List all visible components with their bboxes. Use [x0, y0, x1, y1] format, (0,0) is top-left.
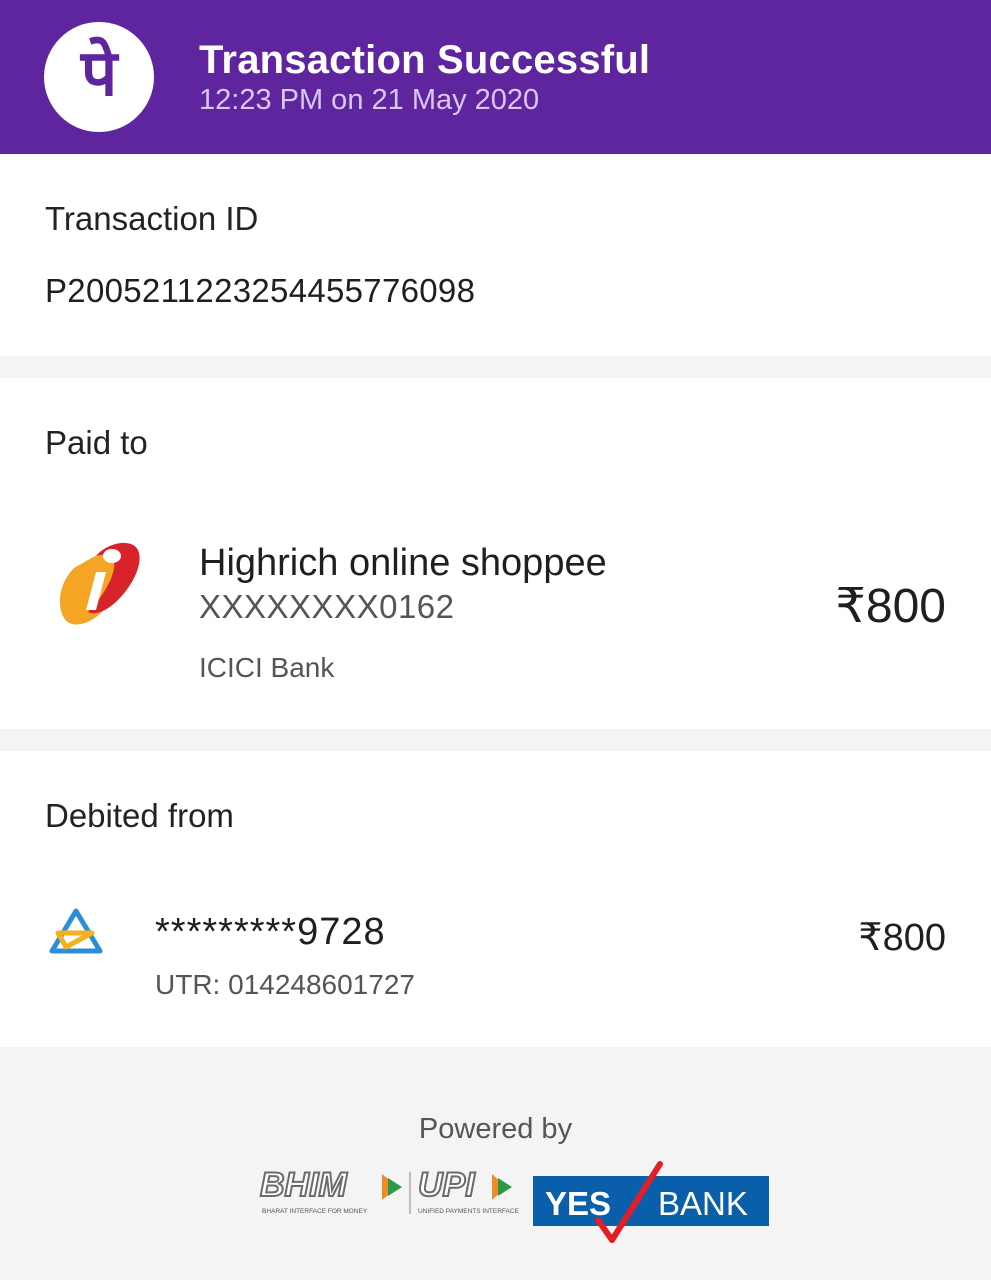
phonepe-logo: पे: [44, 22, 154, 132]
yes-bank-bank-text: BANK: [658, 1185, 748, 1222]
paid-to-label: Paid to: [45, 424, 148, 461]
payee-bank-name: ICICI Bank: [199, 652, 335, 683]
upi-logo-text: UPI: [418, 1166, 476, 1204]
paid-amount: ₹800: [835, 580, 946, 633]
yes-bank-logo: YES BANK: [533, 1161, 769, 1243]
debit-account-number: *********9728: [155, 911, 386, 953]
transaction-status-title: Transaction Successful: [199, 38, 651, 82]
upi-tagline: UNIFIED PAYMENTS INTERFACE: [418, 1208, 520, 1215]
debited-amount: ₹800: [858, 917, 946, 959]
icici-bank-logo-icon: [59, 542, 140, 625]
transaction-id-label: Transaction ID: [45, 200, 259, 237]
upi-logo: UPI UNIFIED PAYMENTS INTERFACE: [417, 1165, 520, 1215]
paid-to-card[interactable]: Paid to Highrich online shoppee XXXXXXXX…: [0, 378, 991, 729]
transaction-id-card: Transaction ID P2005211223254455776098: [0, 154, 991, 356]
debited-from-label: Debited from: [45, 797, 234, 834]
utr-number[interactable]: UTR: 014248601727: [155, 969, 415, 1001]
partner-logos: BHIM BHARAT INTERFACE FOR MONEY UPI UNIF…: [259, 1161, 769, 1243]
transaction-header: पे Transaction Successful 12:23 PM on 21…: [0, 0, 991, 154]
bhim-logo: BHIM BHARAT INTERFACE FOR MONEY: [259, 1165, 402, 1215]
transaction-datetime: 12:23 PM on 21 May 2020: [199, 84, 540, 116]
bhim-logo-text: BHIM: [260, 1166, 348, 1204]
payee-name: Highrich online shoppee: [199, 542, 607, 584]
phonepe-logo-text: पे: [80, 37, 118, 111]
transaction-id-value[interactable]: P2005211223254455776098: [45, 272, 475, 310]
payee-account-number: XXXXXXXX0162: [199, 588, 455, 625]
debited-from-card[interactable]: Debited from *********9728 UTR: 01424860…: [0, 751, 991, 1047]
yes-bank-yes-text: YES: [545, 1185, 611, 1222]
sbi-bank-logo-icon: [49, 908, 103, 954]
bhim-tagline: BHARAT INTERFACE FOR MONEY: [262, 1208, 368, 1215]
powered-by-label: Powered by: [418, 1113, 573, 1145]
